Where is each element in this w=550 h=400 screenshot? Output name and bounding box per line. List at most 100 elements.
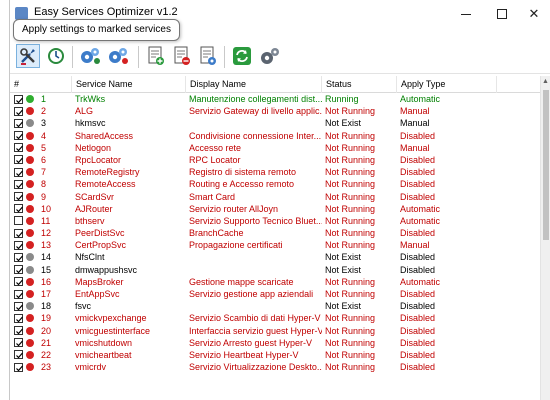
service-status: Not Running — [325, 337, 376, 348]
apply-type: Disabled — [400, 289, 436, 299]
status-dot-icon — [26, 143, 34, 152]
table-row[interactable]: 22 vmicheartbeat Servizio Heartbeat Hyper-… — [10, 349, 540, 361]
remove-service-button[interactable] — [170, 44, 194, 68]
apply-type: Disabled — [400, 179, 436, 190]
add-service-button[interactable] — [144, 44, 168, 68]
status-dot-icon — [26, 155, 34, 164]
close-button[interactable]: ✕ — [516, 2, 550, 26]
table-row[interactable]: 18 fsvc Not Exist Disabled — [10, 300, 540, 312]
apply-type: Manual — [400, 118, 430, 129]
table-row[interactable]: 6 RpcLocator RPC Locator Not Running Disable… — [10, 154, 540, 166]
maximize-button[interactable] — [484, 2, 520, 26]
schedule-button[interactable] — [44, 44, 68, 68]
row-checkbox[interactable] — [14, 192, 23, 201]
row-checkbox[interactable] — [14, 179, 23, 189]
row-checkbox[interactable] — [14, 204, 23, 214]
column-header-number[interactable]: # — [10, 76, 72, 93]
refresh-button[interactable] — [230, 44, 254, 68]
row-checkbox[interactable] — [14, 338, 23, 348]
column-header-display-name[interactable]: Display Name — [186, 76, 322, 93]
row-checkbox[interactable] — [14, 362, 23, 372]
edit-service-button[interactable] — [196, 44, 220, 68]
minimize-button[interactable] — [448, 2, 484, 26]
vertical-scrollbar[interactable]: ▲ — [540, 76, 550, 400]
table-row[interactable]: 19 vmickvpexchange Servizio Scambio di dat… — [10, 312, 540, 324]
column-header-apply-type[interactable]: Apply Type — [397, 76, 497, 93]
row-checkbox[interactable] — [14, 106, 23, 116]
row-checkbox[interactable] — [14, 313, 23, 323]
scroll-up-icon[interactable]: ▲ — [542, 78, 549, 85]
apply-type: Disabled — [400, 349, 436, 360]
display-name: Servizio Gateway di livello applic... — [189, 106, 322, 117]
service-status: Not Running — [325, 276, 376, 287]
table-row[interactable]: 11 bthserv Servizio Supporto Tecnico Bluet… — [10, 215, 540, 227]
column-header-status[interactable]: Status — [322, 76, 397, 93]
service-name: RpcLocator — [75, 154, 122, 165]
table-row[interactable]: 13 CertPropSvc Propagazione certificati Not… — [10, 239, 540, 251]
table-row[interactable]: 17 EntAppSvc Servizio gestione app azienda… — [10, 288, 540, 300]
row-checkbox[interactable] — [14, 350, 23, 360]
apply-settings-button[interactable] — [16, 44, 40, 68]
table-row[interactable]: 21 vmicshutdown Servizio Arresto guest Hyp… — [10, 337, 540, 349]
service-name: EntAppSvc — [75, 289, 120, 299]
table-row[interactable]: 23 vmicrdv Servizio Virtualizzazione Deskt… — [10, 361, 540, 373]
service-status: Not Exist — [325, 252, 362, 263]
status-dot-icon — [26, 119, 34, 128]
status-dot-icon — [26, 216, 34, 225]
scrollbar-thumb[interactable] — [543, 90, 549, 240]
table-row[interactable]: 15 dmwappushsvc Not Exist Disabled — [10, 264, 540, 276]
row-checkbox[interactable] — [14, 252, 23, 262]
status-dot-icon — [26, 107, 34, 116]
service-status: Not Running — [325, 142, 376, 153]
status-dot-icon — [26, 204, 34, 213]
apply-type: Manual — [400, 142, 430, 153]
row-checkbox[interactable] — [14, 131, 23, 141]
display-name: Servizio Supporto Tecnico Bluet... — [189, 215, 322, 226]
service-status: Running — [325, 94, 359, 104]
table-row[interactable]: 7 RemoteRegistry Registro di sistema remot… — [10, 166, 540, 178]
table-row[interactable]: 14 NfsClnt Not Exist Disabled — [10, 251, 540, 263]
table-row[interactable]: 2 ALG Servizio Gateway di livello applic..… — [10, 105, 540, 117]
table-row[interactable]: 5 Netlogon Accesso rete Not Running Manual — [10, 142, 540, 154]
table-row[interactable]: 4 SharedAccess Condivisione connessione In… — [10, 130, 540, 142]
row-checkbox[interactable] — [14, 143, 23, 153]
row-checkbox[interactable] — [14, 240, 23, 250]
row-number: 8 — [41, 179, 47, 190]
table-row[interactable]: 16 MapsBroker Gestione mappe scaricate Not … — [10, 276, 540, 288]
service-status: Not Running — [325, 203, 376, 214]
column-header-service-name[interactable]: Service Name — [72, 76, 186, 93]
status-dot-icon — [26, 168, 34, 177]
optimize-services-button[interactable] — [78, 44, 102, 68]
table-row[interactable]: 10 AJRouter Servizio router AllJoyn Not Run… — [10, 203, 540, 215]
table-row[interactable]: 12 PeerDistSvc BranchCache Not Running Disab… — [10, 227, 540, 239]
table-row[interactable]: 1 TrkWks Manutenzione collegamenti dist...… — [10, 93, 540, 105]
row-checkbox[interactable] — [14, 167, 23, 177]
row-number: 12 — [41, 228, 52, 239]
table-row[interactable]: 8 RemoteAccess Routing e Accesso remoto Not… — [10, 178, 540, 190]
restore-services-button[interactable] — [106, 44, 130, 68]
settings-button[interactable] — [258, 44, 282, 68]
row-checkbox[interactable] — [14, 155, 23, 165]
apply-type: Automatic — [400, 215, 441, 226]
row-checkbox[interactable] — [14, 265, 23, 275]
service-name: dmwappushsvc — [75, 264, 138, 275]
table-row[interactable]: 9 SCardSvr Smart Card Not Running Disabled — [10, 191, 540, 203]
row-number: 13 — [41, 240, 52, 251]
row-checkbox[interactable] — [14, 326, 23, 336]
row-checkbox[interactable] — [14, 94, 23, 104]
row-checkbox[interactable] — [14, 277, 23, 287]
table-row[interactable]: 20 vmicguestinterface Interfaccia servizio… — [10, 325, 540, 337]
status-dot-icon — [26, 265, 34, 274]
table-row[interactable]: 3 hkmsvc Not Exist Manual — [10, 117, 540, 129]
row-checkbox[interactable] — [14, 216, 23, 226]
row-checkbox[interactable] — [14, 301, 23, 311]
row-checkbox[interactable] — [14, 118, 23, 128]
status-dot-icon — [26, 131, 34, 140]
apply-type: Disabled — [400, 301, 436, 312]
apply-type: Disabled — [400, 337, 436, 348]
status-dot-icon — [26, 290, 34, 298]
row-checkbox[interactable] — [14, 289, 23, 299]
settings-document-icon — [200, 46, 216, 65]
row-number: 18 — [41, 301, 52, 312]
row-checkbox[interactable] — [14, 228, 23, 238]
